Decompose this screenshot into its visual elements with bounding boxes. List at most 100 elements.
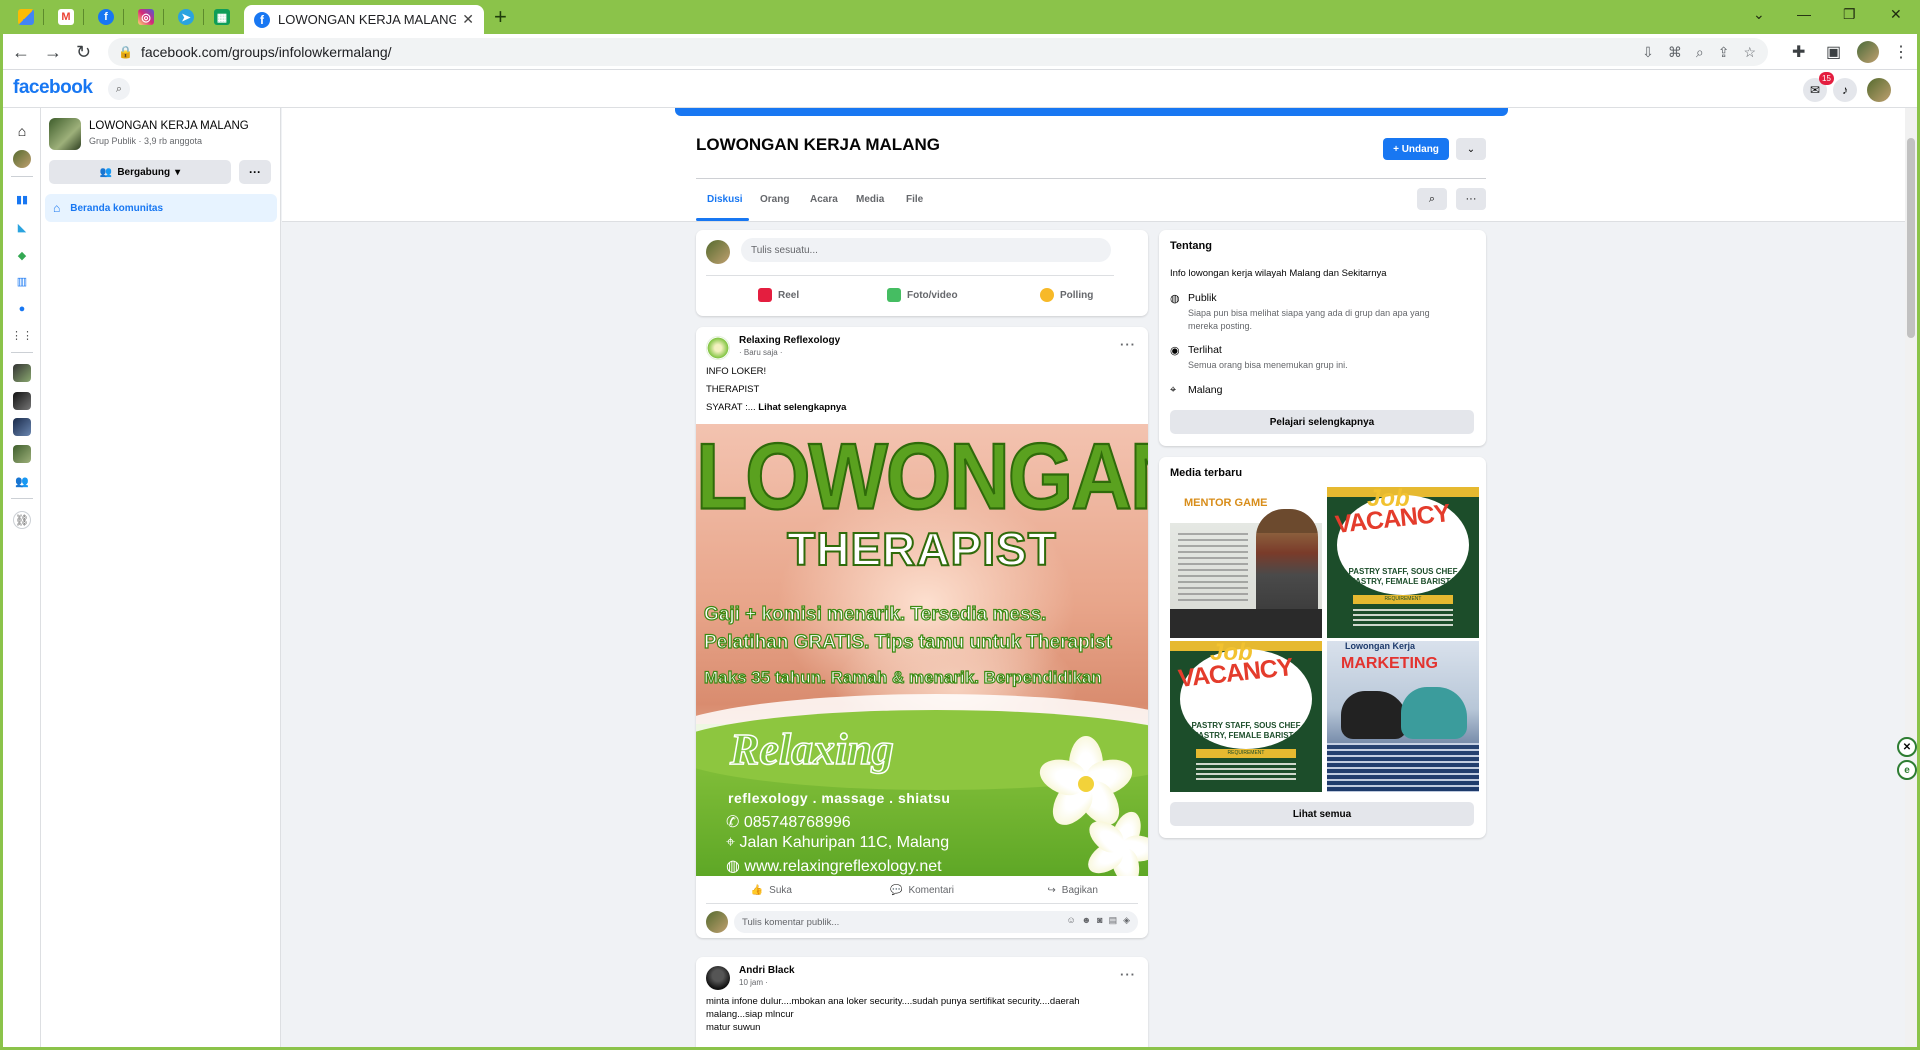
chrome-menu-icon[interactable]: ⋮ (1893, 42, 1909, 62)
tab-events[interactable]: Acara (810, 194, 838, 205)
post-menu-button[interactable]: ··· (1120, 967, 1136, 982)
tab-search-icon[interactable]: ⌄ (1753, 6, 1765, 23)
profile-shortcut-avatar[interactable] (13, 150, 31, 168)
post-author-avatar[interactable] (706, 966, 730, 990)
tab-active-facebook[interactable]: f LOWONGAN KERJA MALANG | Fa ✕ (244, 5, 484, 34)
group-shortcut-2[interactable] (13, 392, 31, 410)
group-name[interactable]: LOWONGAN KERJA MALANG (89, 120, 249, 132)
composer-input[interactable]: Tulis sesuatu... (741, 238, 1111, 262)
bookmark-star-icon[interactable]: ☆ (1743, 44, 1756, 61)
scrollbar-thumb[interactable] (1907, 138, 1915, 338)
post-author[interactable]: Andri Black (739, 965, 795, 976)
extension-widget-icon[interactable]: e (1897, 760, 1917, 780)
photo-video-button[interactable]: Foto/video (887, 288, 958, 302)
see-more-link[interactable]: Lihat selengkapnya (758, 402, 846, 413)
group-shortcut-1[interactable] (13, 364, 31, 382)
pinned-tab-instagram[interactable]: ◎ (128, 6, 164, 28)
poster-phone: ✆ 085748768996 (726, 814, 851, 831)
comment-button[interactable]: 💬 Komentari (847, 876, 998, 904)
forward-button[interactable]: → (44, 42, 62, 63)
avatar-sticker-icon[interactable]: ☺ (1066, 915, 1075, 926)
post-menu-button[interactable]: ··· (1120, 337, 1136, 352)
comment-input[interactable]: Tulis komentar publik... ☺ ☻ ◙ ▤ ◈ (734, 911, 1138, 933)
restore-button[interactable]: ❐ (1843, 6, 1856, 23)
reload-button[interactable]: ↻ (76, 42, 91, 63)
pinned-tab-telegram[interactable]: ➤ (168, 6, 204, 28)
reel-button[interactable]: Reel (758, 288, 799, 302)
new-tab-button[interactable]: + (494, 6, 507, 28)
media-thumb-job-vacancy-2[interactable]: Job VACANCY PASTRY STAFF, SOUS CHEF PAST… (1170, 641, 1322, 792)
pinned-tab-gmail[interactable]: M (48, 6, 84, 28)
post-image[interactable]: LOWONGAN THERAPIST Gaji + komisi menarik… (696, 424, 1148, 876)
pinned-tab-ads[interactable] (8, 6, 44, 28)
minimize-button[interactable]: — (1797, 6, 1811, 22)
poster-website: ◍ www.relaxingreflexology.net (726, 858, 942, 875)
account-avatar[interactable] (1867, 78, 1891, 102)
close-widget-icon[interactable]: ✕ (1897, 737, 1917, 757)
poster-perk-3: Maks 35 tahun. Ramah & menarik. Berpendi… (703, 667, 1102, 687)
facebook-favicon-icon: f (254, 11, 270, 28)
page-scrollbar[interactable] (1905, 108, 1917, 1047)
link-icon[interactable]: ⛓ (13, 511, 31, 529)
chrome-profile-avatar[interactable] (1857, 41, 1879, 63)
close-tab-icon[interactable]: ✕ (462, 11, 474, 28)
zoom-icon[interactable]: ⌕ (1696, 44, 1704, 61)
media-thumb-job-vacancy-1[interactable]: Job VACANCY PASTRY STAFF, SOUS CHEF PAST… (1327, 487, 1479, 638)
community-home-item[interactable]: ⌂ Beranda komunitas (45, 194, 277, 222)
apps-grid-icon[interactable]: ⋮⋮ (11, 326, 33, 344)
groups-icon[interactable]: 👥 (13, 472, 31, 490)
join-group-button[interactable]: 👥 Bergabung ▾ (49, 160, 231, 184)
translate-icon[interactable]: ⌘ (1668, 44, 1682, 61)
post-author-avatar[interactable] (706, 336, 730, 360)
group-more-button[interactable]: ··· (1456, 188, 1486, 210)
gif-icon[interactable]: ▤ (1109, 915, 1118, 926)
install-icon[interactable]: ⇩ (1642, 44, 1654, 61)
about-card: Tentang Info lowongan kerja wilayah Mala… (1159, 230, 1486, 446)
about-title: Tentang (1170, 240, 1212, 252)
notifications-bell-icon[interactable]: ♪ (1833, 78, 1857, 102)
learn-more-button[interactable]: Pelajari selengkapnya (1170, 410, 1474, 434)
facebook-logo[interactable]: facebook (13, 77, 93, 99)
like-button[interactable]: 👍 Suka (696, 876, 847, 904)
emoji-icon[interactable]: ☻ (1082, 915, 1091, 926)
camera-icon[interactable]: ◙ (1097, 915, 1102, 926)
post-time[interactable]: · Baru saja · (739, 348, 783, 357)
post-time[interactable]: 10 jam · (739, 978, 768, 987)
share-icon[interactable]: ⇪ (1718, 44, 1730, 61)
poll-button[interactable]: Polling (1040, 288, 1093, 302)
gaming-icon[interactable]: ● (13, 300, 31, 318)
media-thumb-mentor-game[interactable]: MENTOR GAME (1170, 487, 1322, 638)
group-shortcut-3[interactable] (13, 418, 31, 436)
tab-discussion[interactable]: Diskusi (707, 194, 743, 205)
pinned-tab-sheets[interactable]: ▦ (204, 6, 240, 28)
sticker-icon[interactable]: ◈ (1123, 915, 1130, 926)
pinned-tab-facebook[interactable]: f (88, 6, 124, 28)
back-button[interactable]: ← (12, 42, 30, 63)
see-all-media-button[interactable]: Lihat semua (1170, 802, 1474, 826)
composer-avatar (706, 240, 730, 264)
ads-manager-icon[interactable]: ◣ (13, 218, 31, 236)
side-panel-icon[interactable]: ▣ (1826, 42, 1841, 62)
header-dropdown-button[interactable]: ⌄ (1456, 138, 1486, 160)
media-thumb-marketing[interactable]: Lowongan Kerja MARKETING (1327, 641, 1479, 792)
close-window-button[interactable]: ✕ (1890, 6, 1902, 23)
invite-button[interactable]: + Undang (1383, 138, 1449, 160)
insights-chart-icon[interactable]: ▮▮ (13, 190, 31, 208)
share-button[interactable]: ↪ Bagikan (997, 876, 1148, 904)
tab-files[interactable]: File (906, 194, 923, 205)
more-options-button[interactable]: ··· (239, 160, 271, 184)
dashboard-icon[interactable]: ▥ (13, 272, 31, 290)
tab-people[interactable]: Orang (760, 194, 789, 205)
poster-services: reflexology . massage . shiatsu (728, 790, 951, 806)
group-thumbnail[interactable] (49, 118, 81, 150)
post-author[interactable]: Relaxing Reflexology (739, 335, 840, 346)
whatsapp-icon: ✆ (726, 814, 740, 831)
search-icon[interactable]: ⌕ (108, 78, 130, 100)
group-search-button[interactable]: ⌕ (1417, 188, 1447, 210)
home-icon[interactable]: ⌂ (13, 122, 31, 140)
extensions-puzzle-icon[interactable]: ✚ (1792, 42, 1805, 62)
group-shortcut-4[interactable] (13, 445, 31, 463)
cube-icon[interactable]: ◆ (13, 246, 31, 264)
tab-media[interactable]: Media (856, 194, 884, 205)
omnibox[interactable]: 🔒 facebook.com/groups/infolowkermalang/ … (108, 38, 1768, 66)
